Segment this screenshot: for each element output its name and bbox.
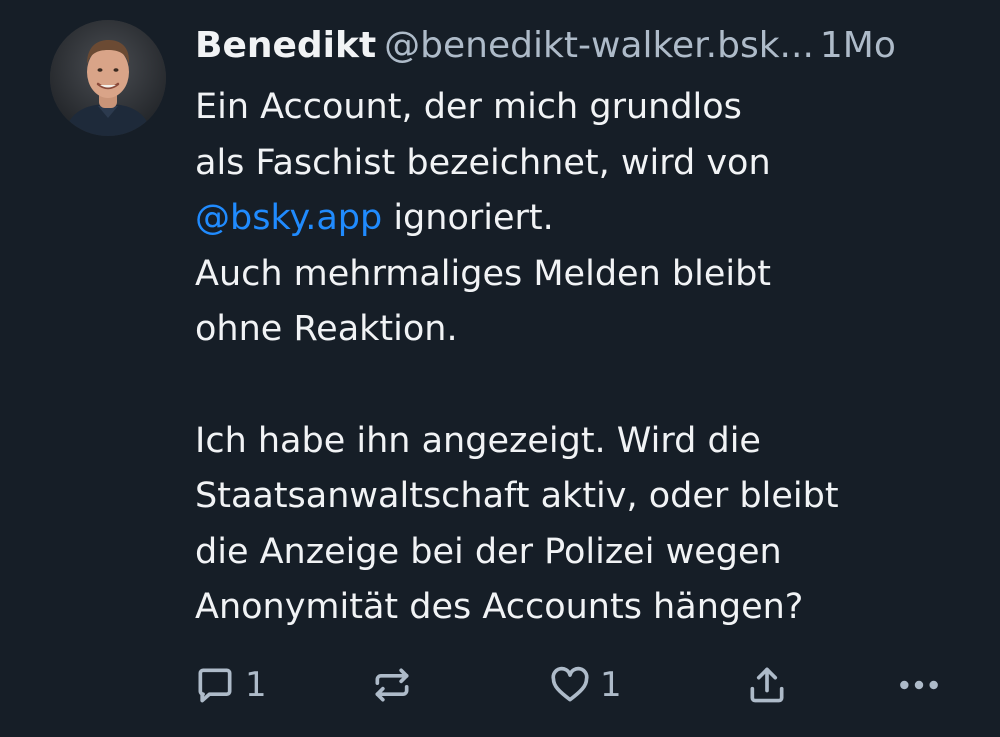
post-header: Benedikt @benedikt-walker.bsk... 1Mo — [195, 22, 975, 70]
post-timestamp[interactable]: 1Mo — [820, 25, 896, 66]
reply-count: 1 — [245, 665, 267, 705]
post-actions: 1 1 — [0, 650, 1000, 720]
repost-icon — [375, 668, 409, 702]
avatar-photo-icon — [50, 20, 166, 136]
heart-icon — [551, 666, 589, 702]
share-button[interactable] — [745, 660, 789, 710]
author-display-name[interactable]: Benedikt — [195, 25, 376, 66]
reply-button[interactable]: 1 — [193, 660, 267, 710]
reply-icon — [198, 668, 232, 703]
post-text-line: die Anzeige bei der Polizei wegen — [195, 531, 782, 572]
share-icon — [750, 667, 784, 703]
post-text-line: ohne Reaktion. — [195, 309, 458, 350]
repost-button[interactable] — [370, 660, 414, 710]
post-text-line: Auch mehrmaliges Melden bleibt — [195, 253, 772, 294]
like-count: 1 — [600, 665, 622, 705]
more-options-button[interactable] — [895, 660, 943, 710]
more-icon — [900, 680, 938, 690]
post-text-line: Anonymität des Accounts hängen? — [195, 587, 804, 628]
post-text-line: Ein Account, der mich grundlos — [195, 87, 742, 127]
author-handle[interactable]: @benedikt-walker.bsk... — [384, 25, 814, 66]
mention-link[interactable]: @bsky.app — [195, 198, 382, 238]
post-text-line: Ich habe ihn angezeigt. Wird die — [195, 420, 761, 461]
post: Benedikt @benedikt-walker.bsk... 1Mo Ein A… — [0, 0, 1000, 737]
post-text: Ein Account, der mich grundlos als Fasch… — [195, 80, 975, 636]
post-text-line: @bsky.app ignoriert. — [195, 191, 975, 247]
like-button[interactable]: 1 — [548, 660, 622, 710]
author-avatar[interactable] — [50, 20, 166, 136]
post-text-line: als Faschist bezeichnet, wird von — [195, 142, 771, 183]
post-text-fragment: ignoriert. — [382, 198, 554, 239]
post-text-blank-line — [195, 358, 975, 414]
post-text-line: Staatsanwaltschaft aktiv, oder bleibt — [195, 476, 839, 517]
